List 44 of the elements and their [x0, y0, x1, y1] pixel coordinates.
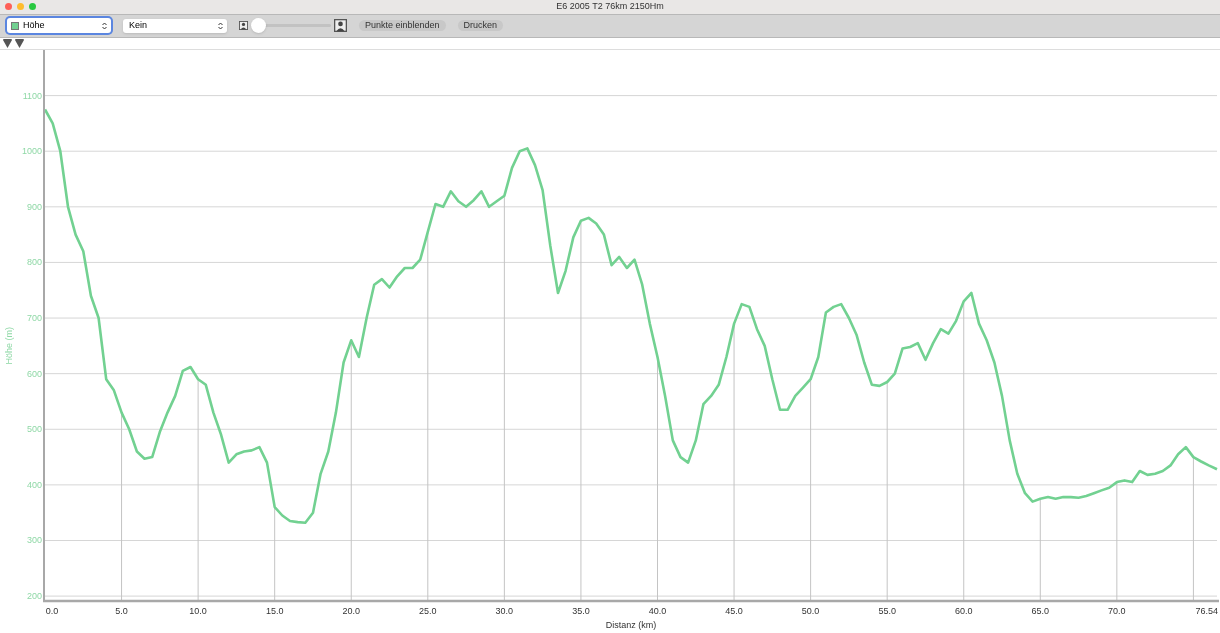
- x-tick-label: 0.0: [45, 606, 59, 616]
- y-axis-title: Höhe (m): [4, 327, 14, 365]
- y-tick-label: 800: [26, 257, 42, 268]
- x-tick-label: 76.54: [1195, 606, 1218, 616]
- x-tick-label: 25.0: [419, 606, 437, 616]
- slider-thumb[interactable]: [251, 18, 266, 34]
- x-tick-label: 5.0: [115, 606, 128, 616]
- x-tick-label: 65.0: [1031, 606, 1050, 616]
- overlay-select[interactable]: Kein: [123, 18, 227, 33]
- x-axis-title: Distanz (km): [605, 620, 657, 630]
- close-button[interactable]: [5, 3, 12, 11]
- y-tick-label: 700: [26, 313, 42, 324]
- x-tick-label: 10.0: [189, 606, 207, 616]
- x-tick-label: 40.0: [648, 606, 667, 616]
- y-tick-label: 300: [26, 535, 42, 546]
- x-tick-label: 50.0: [801, 606, 820, 616]
- x-tick-label: 30.0: [495, 606, 514, 616]
- marker-icon[interactable]: [15, 39, 24, 49]
- person-icon: [239, 21, 248, 31]
- y-tick-label: 900: [26, 201, 42, 212]
- show-points-button[interactable]: Punkte einblenden: [359, 20, 446, 32]
- y-tick-label: 1100: [22, 90, 42, 101]
- print-button[interactable]: Drucken: [457, 20, 504, 32]
- y-tick-label: 400: [26, 479, 42, 490]
- series-select[interactable]: Höhe: [7, 18, 111, 34]
- minimize-button[interactable]: [17, 3, 24, 11]
- marker-icon[interactable]: [3, 39, 12, 49]
- window-title: E6 2005 T2 76km 2150Hm: [556, 2, 664, 12]
- x-tick-label: 15.0: [265, 606, 284, 616]
- y-tick-label: 200: [26, 591, 42, 602]
- x-tick-label: 70.0: [1108, 606, 1126, 616]
- person-icon: [334, 19, 347, 33]
- chevron-icon: [218, 21, 223, 30]
- chevron-icon: [102, 21, 107, 30]
- y-tick-label: 500: [26, 424, 42, 435]
- x-tick-label: 60.0: [954, 606, 973, 616]
- maximize-button[interactable]: [29, 3, 36, 11]
- x-tick-label: 45.0: [725, 606, 743, 616]
- y-tick-label: 600: [26, 368, 42, 379]
- x-tick-label: 55.0: [878, 606, 896, 616]
- zoom-slider[interactable]: [251, 16, 331, 35]
- x-tick-label: 20.0: [342, 606, 360, 616]
- y-tick-label: 1000: [21, 146, 42, 157]
- x-tick-label: 35.0: [572, 606, 590, 616]
